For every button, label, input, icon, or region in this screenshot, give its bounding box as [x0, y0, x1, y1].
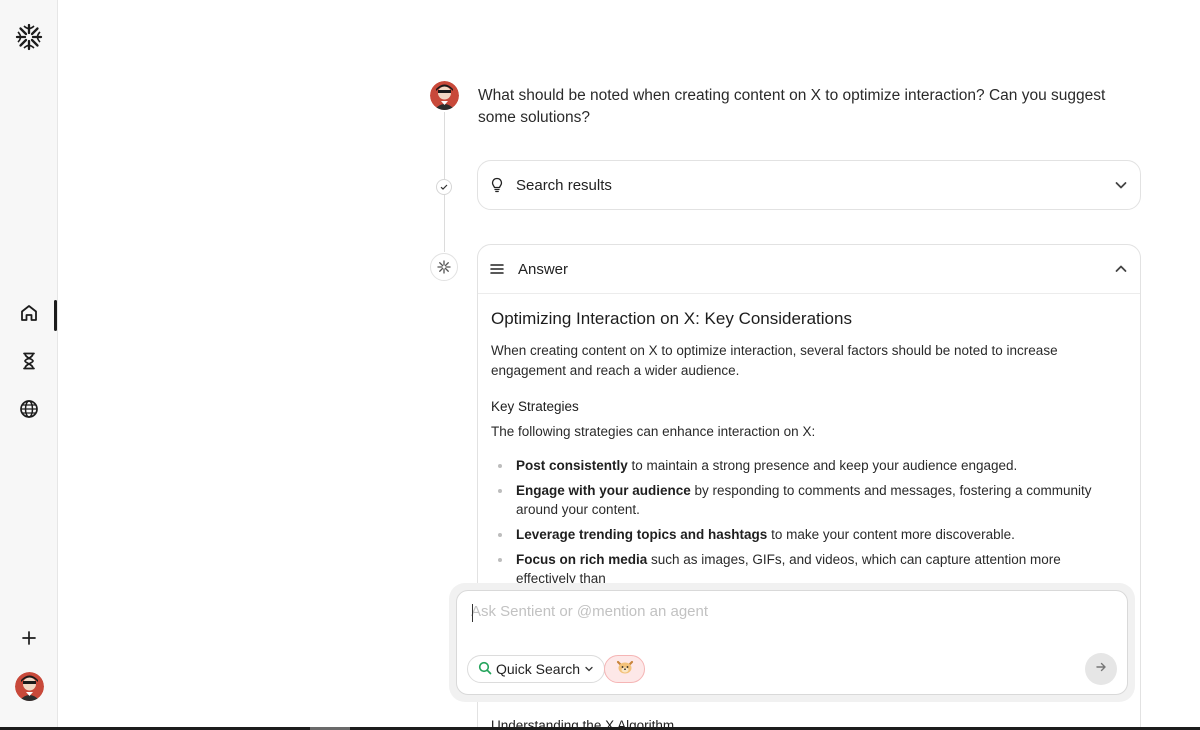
list-item: Leverage trending topics and hashtags to…	[491, 525, 1123, 544]
list-item: Post consistently to maintain a strong p…	[491, 456, 1123, 475]
menu-lines-icon	[490, 262, 504, 281]
home-icon	[19, 303, 39, 328]
answer-header[interactable]: Answer	[478, 245, 1140, 294]
hourglass-icon	[19, 351, 39, 376]
agent-chip[interactable]	[604, 655, 645, 683]
list-item: Engage with your audience by responding …	[491, 481, 1123, 519]
answer-label: Answer	[518, 261, 569, 278]
new-chat-button[interactable]	[14, 625, 44, 655]
quick-search-label: Quick Search	[496, 661, 581, 677]
text-caret	[472, 604, 473, 622]
answer-body: Optimizing Interaction on X: Key Conside…	[491, 307, 1123, 594]
sidebar-item-explore[interactable]	[14, 396, 44, 426]
question-user-avatar	[430, 81, 459, 110]
strategy-list: Post consistently to maintain a strong p…	[491, 456, 1123, 588]
agent-step-icon	[430, 253, 458, 281]
sidebar	[0, 0, 58, 730]
answer-lead: The following strategies can enhance int…	[491, 424, 816, 439]
answer-intro: When creating content on X to optimize i…	[491, 343, 1058, 378]
sidebar-active-indicator	[54, 300, 57, 331]
quick-search-dropdown[interactable]: Quick Search	[467, 655, 606, 683]
dog-face-icon	[615, 659, 635, 680]
search-icon	[478, 661, 492, 678]
user-avatar[interactable]	[15, 672, 44, 701]
send-button[interactable]	[1085, 653, 1117, 685]
composer: Quick Search	[456, 590, 1128, 695]
search-results-label: Search results	[516, 177, 612, 194]
answer-title: Optimizing Interaction on X: Key Conside…	[491, 309, 852, 328]
sentient-logo-icon[interactable]	[15, 23, 43, 51]
chevron-down-icon[interactable]	[1114, 178, 1128, 197]
chevron-down-icon	[584, 661, 594, 677]
answer-subheading: Key Strategies	[491, 399, 579, 414]
search-results-panel[interactable]: Search results	[477, 160, 1141, 210]
prompt-input[interactable]	[471, 603, 1111, 620]
sidebar-item-history[interactable]	[14, 348, 44, 378]
globe-icon	[19, 399, 39, 424]
step-complete-icon	[436, 179, 452, 195]
sidebar-item-home[interactable]	[14, 300, 44, 330]
lightbulb-icon	[490, 177, 504, 198]
chevron-up-icon[interactable]	[1114, 262, 1128, 281]
arrow-right-icon	[1095, 660, 1107, 678]
plus-icon	[21, 630, 37, 651]
user-question: What should be noted when creating conte…	[478, 87, 1106, 126]
